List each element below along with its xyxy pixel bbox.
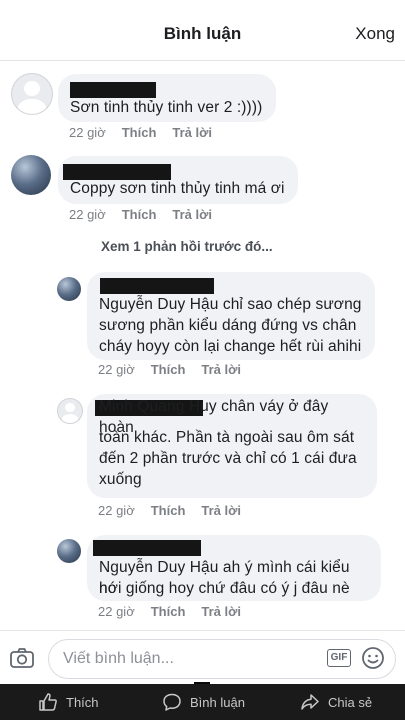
view-previous-replies-link[interactable]: Xem 1 phản hồi trước đó... (101, 239, 273, 254)
header: Bình luận Xong (0, 8, 405, 61)
reply-time: 22 giờ (98, 503, 135, 518)
reply-time: 22 giờ (98, 604, 135, 619)
like-tab[interactable]: Thích (38, 690, 99, 714)
comment-text: Coppy sơn tinh thủy tinh má ơi (70, 180, 285, 197)
redacted-author-name (100, 278, 214, 294)
gif-icon[interactable]: GIF (327, 649, 351, 667)
comment-meta: 22 giờ Thích Trả lời (69, 125, 228, 140)
like-link[interactable]: Thích (151, 604, 186, 619)
comment-input-box[interactable]: GIF (48, 639, 396, 679)
reply-text-line: Nguyễn Duy Hậu chỉ sao chép sương (99, 296, 362, 313)
reply-text-line: đến 2 phần trước và chỉ có 1 cái đưa (99, 450, 357, 467)
reply-text-line: sương phần kiểu dáng đứng vs chân (99, 317, 357, 334)
reply-bubble[interactable]: Minh Quang Huy chân váy ở đây hoàn toàn … (87, 394, 377, 498)
bottom-action-bar: Thích Bình luận Chia sẻ (0, 684, 405, 720)
redacted-author-name (70, 82, 156, 98)
comment-icon (163, 693, 181, 711)
like-tab-label: Thích (66, 694, 99, 710)
share-tab-label: Chia sẻ (328, 694, 373, 710)
comment-tab[interactable]: Bình luận (162, 690, 245, 714)
reply-link[interactable]: Trả lời (201, 503, 241, 518)
reply-meta: 22 giờ Thích Trả lời (98, 362, 257, 377)
comment-meta: 22 giờ Thích Trả lời (69, 207, 228, 222)
reply-text-line: toàn khác. Phần tà ngoài sau ôm sát (99, 429, 355, 446)
reply-meta: 22 giờ Thích Trả lời (98, 604, 257, 619)
like-link[interactable]: Thích (151, 503, 186, 518)
share-tab[interactable]: Chia sẻ (300, 690, 372, 714)
avatar[interactable] (11, 73, 53, 115)
reply-link[interactable]: Trả lời (201, 604, 241, 619)
reply-text-line: xuống (99, 471, 142, 488)
like-link[interactable]: Thích (122, 125, 157, 140)
comment-text: Sơn tinh thủy tinh ver 2 :)))) (70, 99, 263, 116)
avatar[interactable] (57, 277, 81, 301)
reply-bubble[interactable]: Nguyễn Duy Hậu ah ý mình cái kiểu nó hơi… (87, 535, 381, 601)
comment-time: 22 giờ (69, 207, 106, 222)
smiley-icon[interactable] (361, 646, 385, 670)
comment-tab-label: Bình luận (190, 694, 245, 710)
page-title: Bình luận (163, 24, 242, 43)
reply-bubble[interactable]: Nguyễn Duy Hậu chỉ sao chép sương sương … (87, 272, 375, 360)
like-link[interactable]: Thích (122, 207, 157, 222)
comment-input[interactable] (61, 647, 315, 671)
thumbs-up-icon (39, 693, 57, 711)
avatar[interactable] (57, 398, 83, 424)
comment-time: 22 giờ (69, 125, 106, 140)
camera-icon[interactable] (10, 647, 34, 669)
redacted-author-name (93, 540, 201, 556)
reply-text-line: hơi giống hoy chứ đâu có ý j đâu nè (99, 580, 350, 597)
reply-link[interactable]: Trả lời (201, 362, 241, 377)
reply-link[interactable]: Trả lời (172, 125, 212, 140)
share-icon (301, 694, 319, 710)
reply-time: 22 giờ (98, 362, 135, 377)
comment-bubble[interactable]: Coppy sơn tinh thủy tinh má ơi (58, 156, 298, 204)
like-link[interactable]: Thích (151, 362, 186, 377)
avatar[interactable] (57, 539, 81, 563)
reply-link[interactable]: Trả lời (172, 207, 212, 222)
comments-screen: Bình luận Xong Sơn tinh thủy tinh ver 2 … (0, 0, 405, 720)
avatar[interactable] (11, 155, 51, 195)
reply-text-line: cháy hoyy còn lại change hết rùi ahihi (99, 338, 362, 355)
comment-composer: GIF (0, 630, 405, 685)
reply-meta: 22 giờ Thích Trả lời (98, 503, 257, 518)
done-button[interactable]: Xong (355, 24, 395, 44)
comment-bubble[interactable]: Sơn tinh thủy tinh ver 2 :)))) (58, 74, 276, 122)
